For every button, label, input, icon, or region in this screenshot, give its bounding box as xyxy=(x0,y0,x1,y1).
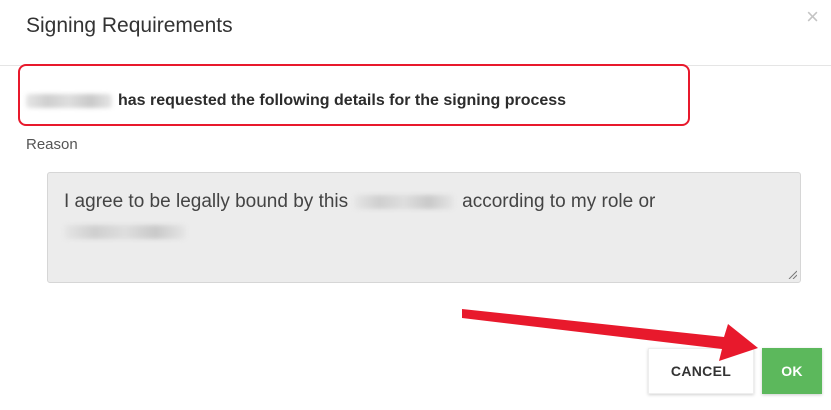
resize-grip-icon[interactable] xyxy=(787,269,797,279)
reason-text-end: according to my role or xyxy=(462,191,656,212)
ok-button[interactable]: OK xyxy=(762,348,822,394)
dialog-title: Signing Requirements xyxy=(26,14,233,37)
signing-requirements-dialog: Signing Requirements × has requested the… xyxy=(0,0,831,410)
reason-label: Reason xyxy=(26,136,78,153)
cancel-button[interactable]: CANCEL xyxy=(648,348,754,394)
request-text: has requested the following details for … xyxy=(118,92,567,109)
redacted-document-word xyxy=(354,194,455,209)
reason-text-start: I agree to be legally bound by this xyxy=(64,191,349,212)
reason-textarea[interactable]: I agree to be legally bound by this acco… xyxy=(47,172,801,283)
request-message: has requested the following details for … xyxy=(26,92,566,110)
reason-text-line: I agree to be legally bound by this acco… xyxy=(64,186,784,217)
redacted-requester-name xyxy=(26,94,112,108)
redacted-reason-word xyxy=(64,225,186,239)
close-icon[interactable]: × xyxy=(806,6,819,28)
